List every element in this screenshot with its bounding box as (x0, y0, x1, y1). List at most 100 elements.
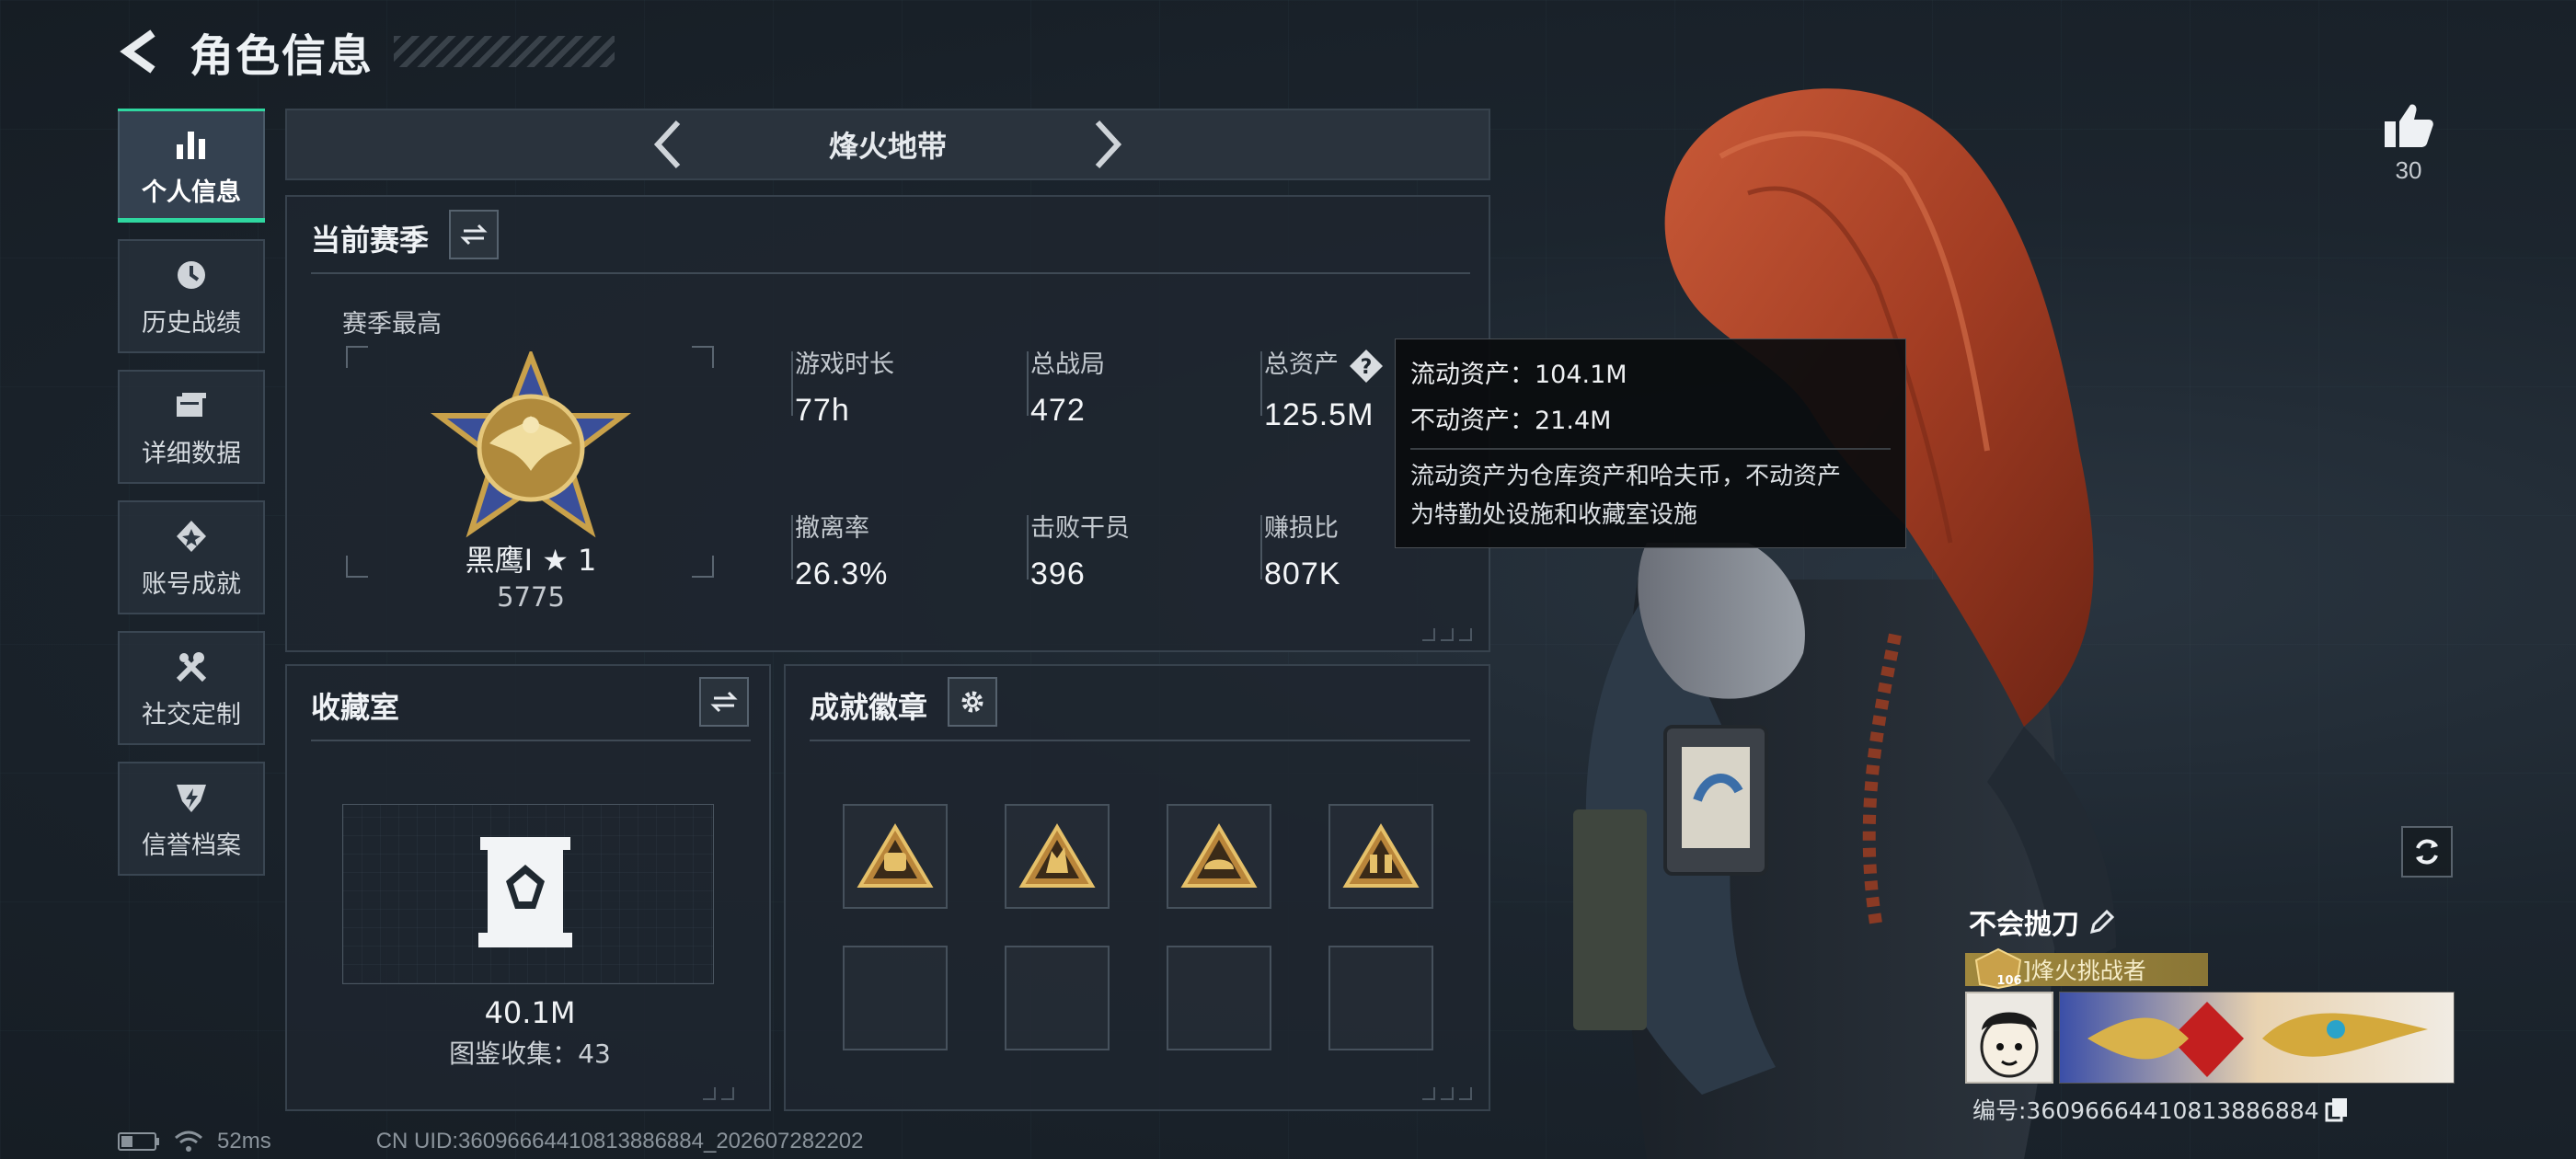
tooltip-divider (1410, 448, 1891, 450)
collection-panel[interactable]: 收藏室 40.1M 图鉴收集：43 (285, 664, 771, 1111)
player-banner[interactable] (2059, 992, 2455, 1084)
collection-value: 40.1M (484, 995, 576, 1030)
badge-slot-empty[interactable] (1328, 946, 1433, 1050)
gear-icon (961, 691, 983, 713)
bar-chart-icon (171, 124, 212, 165)
avatar[interactable] (1965, 992, 2053, 1084)
rank-score: 5775 (497, 581, 565, 613)
copy-icon[interactable] (2325, 1096, 2349, 1122)
thumbs-up-icon (2385, 104, 2433, 147)
collection-count: 图鉴收集：43 (449, 1039, 611, 1069)
ping-value: 52ms (217, 1129, 271, 1153)
folder-icon (171, 385, 212, 426)
tools-icon (171, 647, 212, 687)
tooltip-description-2: 为特勤处设施和收藏室设施 (1410, 501, 1698, 529)
player-name: 不会抛刀 (1969, 909, 2079, 941)
badge-slot-empty[interactable] (843, 946, 948, 1050)
edit-pencil-icon[interactable] (2088, 908, 2116, 935)
mode-next-button[interactable] (1081, 117, 1136, 172)
wifi-icon (175, 1130, 202, 1152)
sidebar-item-credit[interactable]: 信誉档案 (118, 762, 265, 876)
uid-text: CN UID:36096664410813886884_202607282202 (375, 1129, 864, 1153)
stat-divider (1260, 515, 1262, 580)
corner-decoration (1422, 628, 1476, 641)
stat-divider (791, 351, 793, 416)
sidebar: 个人信息 历史战绩 详细数据 账号成就 社交定制 信誉档案 (118, 109, 265, 892)
sidebar-item-details[interactable]: 详细数据 (118, 370, 265, 484)
badge-slot[interactable] (1005, 804, 1110, 909)
page-title: 角色信息 (190, 30, 374, 82)
achievement-icon (171, 516, 212, 557)
credit-shield-icon (171, 777, 212, 818)
like-button[interactable]: 30 (2383, 101, 2434, 185)
sidebar-item-achievements[interactable]: 账号成就 (118, 500, 265, 614)
badge-soldiers-icon (1342, 823, 1420, 888)
stat-divider (791, 515, 793, 580)
rank-name: 黑鹰I ★ 1 (465, 543, 597, 578)
history-clock-icon (171, 255, 212, 295)
refresh-icon (2416, 839, 2438, 865)
badge-slot[interactable] (843, 804, 948, 909)
panel-divider (311, 272, 1470, 274)
badge-slot-empty[interactable] (1167, 946, 1271, 1050)
tooltip-fixed-assets: 不动资产：21.4M (1410, 407, 1612, 435)
badge-slot-empty[interactable] (1005, 946, 1110, 1050)
status-bar: 52ms CN UID:36096664410813886884_2026072… (118, 1129, 864, 1153)
player-card: 不会抛刀 106 ]烽火挑战者 编号:36096664410813886884 (1965, 901, 2462, 1126)
sidebar-item-history[interactable]: 历史战绩 (118, 239, 265, 353)
sidebar-item-label: 账号成就 (142, 569, 241, 599)
collection-switch-button[interactable] (699, 677, 749, 727)
svg-text:?: ? (1361, 356, 1373, 379)
swap-arrows-icon (460, 224, 488, 246)
stat-divider (1260, 351, 1262, 416)
badge-hand-icon (1018, 823, 1096, 888)
sidebar-item-personal-info[interactable]: 个人信息 (118, 109, 265, 223)
player-banner-row (1965, 992, 2462, 1084)
badge-slot[interactable] (1167, 804, 1271, 909)
sidebar-item-social[interactable]: 社交定制 (118, 631, 265, 745)
refresh-button[interactable] (2401, 826, 2453, 878)
back-arrow-icon (120, 29, 155, 74)
badges-title: 成就徽章 (810, 690, 928, 725)
season-switch-button[interactable] (449, 210, 499, 259)
season-panel: 当前赛季 赛季最高 黑鹰I ★ 1 5775 游戏时长 77h 总战局 472 … (285, 195, 1490, 652)
sidebar-item-label: 历史战绩 (142, 308, 241, 338)
tooltip-liquid-assets: 流动资产：104.1M (1410, 361, 1627, 389)
svg-text:106: 106 (1996, 974, 2021, 988)
stat-extract-rate: 撤离率 26.3% (795, 514, 889, 591)
sidebar-item-label: 个人信息 (142, 178, 241, 207)
badges-panel: 成就徽章 (784, 664, 1490, 1111)
level-emblem-icon: 106 (1974, 947, 2022, 990)
help-icon[interactable]: ? (1348, 348, 1385, 384)
mode-title: 烽火地带 (828, 129, 947, 164)
rank-emblem-icon (431, 351, 631, 538)
mode-prev-button[interactable] (639, 117, 695, 172)
sidebar-item-label: 社交定制 (142, 700, 241, 729)
stat-matches: 总战局 472 (1030, 350, 1105, 428)
sidebar-item-label: 信誉档案 (142, 831, 241, 860)
chevron-left-icon (653, 120, 681, 169)
stat-divider (1027, 351, 1029, 416)
player-title-badge[interactable]: 106 ]烽火挑战者 (1965, 947, 2208, 990)
like-count: 30 (2395, 156, 2422, 184)
collection-title: 收藏室 (311, 690, 400, 725)
season-title: 当前赛季 (311, 223, 430, 258)
corner-decoration (703, 1087, 756, 1100)
player-id: 编号:36096664410813886884 (1972, 1097, 2319, 1124)
badges-settings-button[interactable] (948, 677, 997, 727)
badge-helmet-icon (1180, 823, 1258, 888)
back-button[interactable] (118, 26, 162, 77)
vault-display-icon (478, 837, 572, 947)
badge-slot[interactable] (1328, 804, 1433, 909)
badge-fist-icon (857, 823, 934, 888)
player-id-row: 编号:36096664410813886884 (1965, 1093, 2462, 1126)
player-name-row: 不会抛刀 (1965, 901, 2462, 942)
stat-total-assets: 总资产? 125.5M (1264, 344, 1385, 433)
season-best-label: 赛季最高 (342, 310, 442, 339)
assets-tooltip: 流动资产：104.1M 不动资产：21.4M 流动资产为仓库资产和哈夫币，不动资… (1395, 339, 1906, 548)
corner-decoration (1422, 1087, 1476, 1100)
sidebar-item-label: 详细数据 (142, 439, 241, 468)
stat-playtime: 游戏时长 77h (795, 350, 894, 428)
panel-divider (311, 740, 751, 741)
title-decoration (394, 36, 615, 67)
